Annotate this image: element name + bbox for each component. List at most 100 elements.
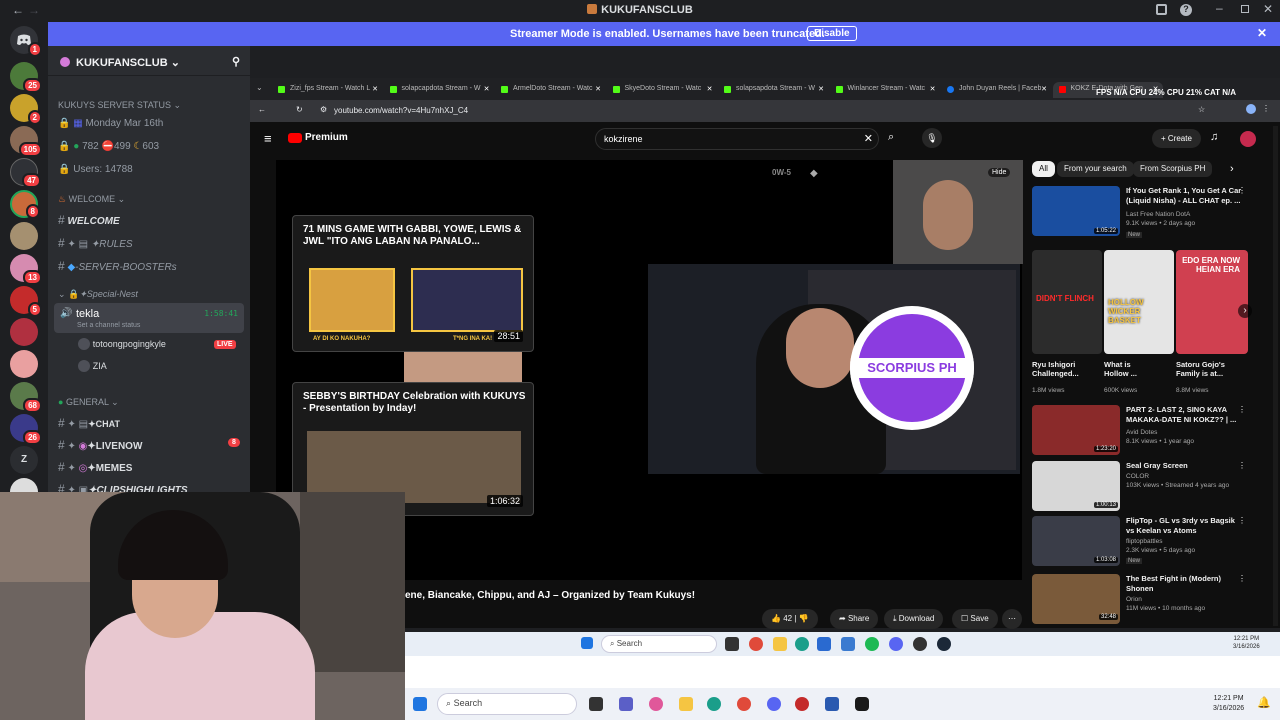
channel-chat[interactable]: # ✦ ▤✦CHAT xyxy=(58,416,120,430)
scrollbar[interactable] xyxy=(1273,126,1278,626)
channel-date[interactable]: 🔒 ▦ Monday Mar 16th xyxy=(58,118,163,129)
browser-tab[interactable]: solapcapdota Stream - W ✕ xyxy=(384,82,494,98)
minimize-button[interactable]: – xyxy=(1216,1,1223,15)
bookmark-icon[interactable]: ☆ xyxy=(1198,105,1205,114)
shelf-next-icon[interactable]: › xyxy=(1238,304,1252,318)
youtube-logo-icon[interactable] xyxy=(288,133,302,143)
inbox-icon[interactable] xyxy=(1156,4,1167,15)
search-input[interactable]: kokzirene ✕ xyxy=(595,128,879,150)
browser-tab[interactable]: Winlancer Stream - Watc ✕ xyxy=(830,82,940,98)
thumbs-down-icon[interactable]: 👎 xyxy=(799,614,809,623)
taskbar-search[interactable]: ⌕ Search xyxy=(437,693,577,715)
add-member-icon[interactable]: ⚲ xyxy=(232,55,240,68)
guild-icon[interactable]: 13 xyxy=(10,254,42,285)
like-button[interactable]: 👍 42 | 👎 xyxy=(762,609,818,629)
endscreen-card[interactable]: 71 MINS GAME WITH GABBI, YOWE, LEWIS & J… xyxy=(292,215,534,352)
guild-icon[interactable]: 25 xyxy=(10,62,42,93)
reload-icon[interactable]: ↻ xyxy=(296,105,303,114)
browser-tab[interactable]: solapsapdota Stream - W ✕ xyxy=(718,82,828,98)
start-icon[interactable] xyxy=(413,697,427,711)
voice-user[interactable]: ZIA xyxy=(78,360,107,372)
short-thumb[interactable]: HOLLOW WICKER BASKET xyxy=(1104,250,1174,354)
close-tab-icon[interactable]: ✕ xyxy=(707,85,713,93)
guild-icon[interactable]: 8 xyxy=(10,190,40,219)
guild-icon[interactable]: 105 xyxy=(10,126,42,157)
share-button[interactable]: ➦ Share xyxy=(830,609,879,629)
chip-from-channel[interactable]: From Scorpius PH xyxy=(1133,161,1213,177)
more-icon[interactable]: ⋮ xyxy=(1238,186,1246,195)
menu-icon[interactable]: ⋮ xyxy=(1262,104,1270,113)
spotify-icon[interactable] xyxy=(865,637,879,651)
guild-icon[interactable]: 68 xyxy=(10,382,42,413)
steam-icon[interactable] xyxy=(937,637,951,651)
folder-icon[interactable] xyxy=(679,697,693,711)
discord-icon[interactable] xyxy=(767,697,781,711)
app-icon[interactable] xyxy=(825,697,839,711)
recommendation-item[interactable]: 1:03:08 FlipTop - GL vs 3rdy vs Bagsik v… xyxy=(1032,516,1262,566)
browser-tab[interactable]: John Duyan Reels | Faceb ✕ xyxy=(941,82,1051,98)
task-view-icon[interactable] xyxy=(725,637,739,651)
edge-icon[interactable] xyxy=(795,637,809,651)
channel-status-hint[interactable]: Set a channel status xyxy=(77,322,140,329)
teams-icon[interactable] xyxy=(619,697,633,711)
category-general[interactable]: ● GENERAL ⌄ xyxy=(58,397,119,408)
copilot-icon[interactable] xyxy=(649,697,663,711)
obs-icon[interactable] xyxy=(913,637,927,651)
more-button[interactable]: ⋯ xyxy=(1002,609,1022,629)
save-button[interactable]: ☐ Save xyxy=(952,609,998,629)
close-tab-icon[interactable]: ✕ xyxy=(595,85,601,93)
browser-tab[interactable]: SkyeDoto Stream - Watc ✕ xyxy=(607,82,717,98)
help-icon[interactable]: ? xyxy=(1180,4,1192,16)
search-icon[interactable]: ⌕ xyxy=(888,131,894,144)
server-header[interactable]: KUKUFANSCLUB ⌄ ⚲ xyxy=(48,46,250,76)
taskbar-search[interactable]: ⌕ Search xyxy=(601,635,717,653)
notification-icon[interactable]: 🔔 xyxy=(1257,696,1271,709)
chrome-icon[interactable] xyxy=(737,697,751,711)
guild-icon[interactable]: 2 xyxy=(10,94,42,125)
start-icon[interactable] xyxy=(581,637,593,649)
app-icon[interactable] xyxy=(795,697,809,711)
chevron-right-icon[interactable]: › xyxy=(1230,163,1234,175)
clear-icon[interactable]: ✕ xyxy=(864,132,873,145)
channel-livenow[interactable]: # ✦ ◉✦LIVENOW xyxy=(58,438,142,452)
short-thumb[interactable]: EDO ERA NOW HEIAN ERA xyxy=(1176,250,1248,354)
back-icon[interactable]: ← xyxy=(258,105,266,114)
clock[interactable]: 12:21 PM 3/16/2026 xyxy=(1233,635,1260,651)
folder-icon[interactable] xyxy=(773,637,787,651)
more-icon[interactable]: ⋮ xyxy=(1238,516,1246,525)
voice-channel-tekla[interactable]: 🔊 tekla 1:58:41 Set a channel status xyxy=(54,303,244,333)
category-welcome[interactable]: ♨ WELCOME ⌄ xyxy=(58,194,125,205)
browser-tab[interactable]: ArmelDoto Stream - Watc ✕ xyxy=(495,82,605,98)
mic-icon[interactable]: 🎙 xyxy=(922,128,942,148)
channel-welcome[interactable]: # WELCOME xyxy=(58,213,120,227)
close-tab-icon[interactable]: ✕ xyxy=(818,85,824,93)
category-status[interactable]: KUKUYS SERVER STATUS ⌄ xyxy=(58,100,181,111)
notifications-icon[interactable]: ♫ xyxy=(1210,131,1218,143)
guild-icon[interactable]: 47 xyxy=(10,158,41,188)
hide-button[interactable]: Hide xyxy=(988,168,1011,177)
edge-icon[interactable] xyxy=(707,697,721,711)
task-view-icon[interactable] xyxy=(589,697,603,711)
chip-all[interactable]: All xyxy=(1032,161,1055,177)
guild-icon[interactable]: Z xyxy=(10,446,38,474)
store-icon[interactable] xyxy=(817,637,831,651)
short-thumb[interactable]: DIDN'T FLINCH xyxy=(1032,250,1102,354)
clock[interactable]: 12:21 PM 3/16/2026 xyxy=(1213,694,1244,714)
recommendation-item[interactable]: 1:00:13 Seal Gray Screen COLOR 103K view… xyxy=(1032,461,1262,511)
download-button[interactable]: ⤓ Download xyxy=(884,609,944,629)
chip-from-search[interactable]: From your search xyxy=(1057,161,1134,177)
category-special[interactable]: ⌄ 🔒✦Special-Nest xyxy=(58,289,138,300)
youtube-logo[interactable]: Premium xyxy=(305,132,348,143)
app-icon[interactable] xyxy=(855,697,869,711)
close-tab-icon[interactable]: ✕ xyxy=(930,85,936,93)
create-button[interactable]: + Create xyxy=(1152,129,1201,148)
recommendation-item[interactable]: 1:23:20 PART 2- LAST 2, SINO KAYA MAKAKA… xyxy=(1032,405,1262,455)
close-banner-icon[interactable]: ✕ xyxy=(1257,26,1267,40)
recommendation-item[interactable]: 32:48 The Best Fight in (Modern) Shonen … xyxy=(1032,574,1262,624)
profile-icon[interactable] xyxy=(1246,104,1256,114)
close-tab-icon[interactable]: ✕ xyxy=(484,85,490,93)
browser-tab[interactable]: Zizi_fps Stream - Watch L ✕ xyxy=(272,82,382,98)
channel-users[interactable]: 🔒 Users: 14788 xyxy=(58,164,133,175)
url-field[interactable]: youtube.com/watch?v=4Hu7nhXJ_C4 xyxy=(334,106,468,115)
more-icon[interactable]: ⋮ xyxy=(1238,574,1246,583)
